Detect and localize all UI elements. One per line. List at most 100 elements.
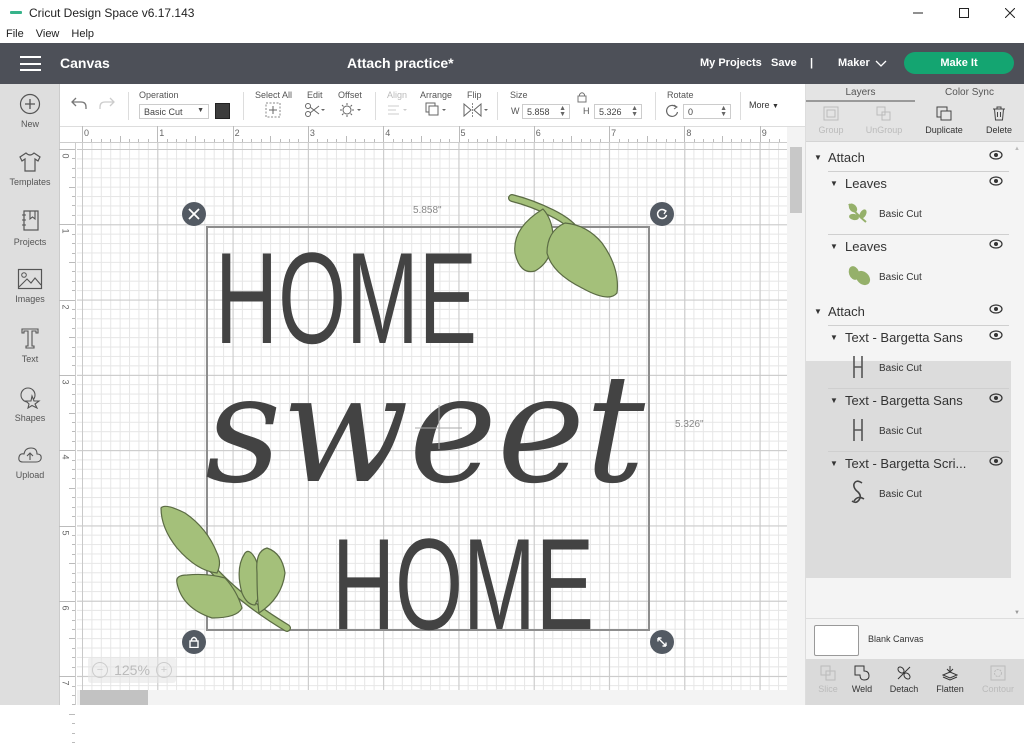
tab-color-sync[interactable]: Color Sync <box>915 84 1024 102</box>
width-input[interactable]: 5.858 ▲ ▼ <box>522 104 570 119</box>
collapse-arrow-icon[interactable]: ▼ <box>830 396 838 405</box>
redo-icon[interactable] <box>98 96 116 110</box>
hamburger-menu-icon[interactable] <box>20 56 41 71</box>
collapse-arrow-icon[interactable]: ▼ <box>830 179 838 188</box>
ruler-vertical: 0 1 2 3 4 5 6 7 <box>59 143 76 743</box>
sidebar-item-shapes[interactable]: Shapes <box>0 385 60 423</box>
canvas-artwork[interactable]: HOME sweet HOME <box>77 143 787 690</box>
group-button[interactable]: Group <box>806 106 856 135</box>
delete-handle[interactable] <box>182 202 206 226</box>
eye-icon[interactable] <box>989 456 1003 466</box>
height-dimension-label: 5.326" <box>675 419 704 430</box>
ruler-tick <box>712 139 714 142</box>
eye-icon[interactable] <box>989 150 1003 160</box>
layer-name: Text - Bargetta Sans <box>845 393 963 408</box>
contour-button[interactable]: Contour <box>976 665 1020 694</box>
scroll-up-icon[interactable]: ▲ <box>1014 146 1020 152</box>
chevron-down-icon[interactable] <box>875 60 887 68</box>
scroll-thumb[interactable] <box>80 690 148 705</box>
sidebar-item-new[interactable]: New <box>0 93 60 129</box>
collapse-arrow-icon[interactable]: ▼ <box>814 153 822 162</box>
delete-button[interactable]: Delete <box>974 106 1024 135</box>
eye-icon[interactable] <box>989 330 1003 340</box>
duplicate-button[interactable]: Duplicate <box>919 106 969 135</box>
canvas-horizontal-scrollbar[interactable] <box>77 690 787 705</box>
collapse-arrow-icon[interactable]: ▼ <box>830 242 838 251</box>
eye-icon[interactable] <box>989 304 1003 314</box>
eye-icon[interactable] <box>989 176 1003 186</box>
lock-icon[interactable] <box>576 91 588 103</box>
resize-handle[interactable] <box>650 630 674 654</box>
collapse-arrow-icon[interactable]: ▼ <box>830 459 838 468</box>
detach-button[interactable]: Detach <box>882 665 926 694</box>
menu-file[interactable]: File <box>6 28 24 40</box>
minimize-button[interactable] <box>895 0 941 25</box>
spinner-icon[interactable]: ▲ ▼ <box>631 105 638 118</box>
zoom-in-button[interactable]: + <box>156 662 172 678</box>
spinner-icon[interactable]: ▲ ▼ <box>720 105 727 118</box>
make-it-button[interactable]: Make It <box>904 52 1014 74</box>
undo-icon[interactable] <box>70 96 88 110</box>
canvas-vertical-scrollbar[interactable] <box>787 127 805 705</box>
text-home-bottom[interactable]: HOME <box>332 511 594 657</box>
sidebar-label: Images <box>15 294 45 304</box>
align-icon[interactable] <box>387 104 409 116</box>
tab-layers[interactable]: Layers <box>806 84 915 102</box>
leaves-bottom[interactable] <box>160 505 291 632</box>
ruler-tick <box>420 136 422 142</box>
menu-help[interactable]: Help <box>71 28 94 40</box>
divider <box>243 92 244 120</box>
eye-icon[interactable] <box>989 393 1003 403</box>
offset-icon[interactable] <box>339 102 363 118</box>
edit-scissors-icon[interactable] <box>304 102 326 118</box>
ungroup-button[interactable]: UnGroup <box>859 106 909 135</box>
rotate-handle[interactable] <box>650 202 674 226</box>
sidebar-item-templates[interactable]: Templates <box>0 151 60 187</box>
ruler-tick <box>194 136 196 142</box>
leaves-top[interactable] <box>508 194 619 298</box>
sidebar-item-projects[interactable]: Projects <box>0 209 60 247</box>
ruler-tick <box>176 139 178 142</box>
save-button[interactable]: Save <box>771 57 797 69</box>
scroll-thumb[interactable] <box>790 147 802 213</box>
ruler-tick <box>100 139 102 142</box>
layer-name: Leaves <box>845 176 887 191</box>
height-input[interactable]: 5.326 ▲ ▼ <box>594 104 642 119</box>
flip-icon[interactable] <box>463 102 489 118</box>
eye-icon[interactable] <box>989 239 1003 249</box>
sidebar-item-images[interactable]: Images <box>0 268 60 304</box>
weld-button[interactable]: Weld <box>840 665 884 694</box>
color-swatch[interactable] <box>215 103 230 119</box>
text-sweet[interactable]: sweet <box>205 343 646 517</box>
sidebar-item-text[interactable]: Text <box>0 326 60 364</box>
group-icon <box>823 106 839 121</box>
spinner-icon[interactable]: ▲ ▼ <box>559 105 566 118</box>
ruler-tick <box>72 158 75 160</box>
more-menu[interactable]: More ▼ <box>749 100 779 110</box>
ruler-tick <box>129 139 131 142</box>
flatten-button[interactable]: Flatten <box>928 665 972 694</box>
scroll-down-icon[interactable]: ▼ <box>1014 610 1020 616</box>
ruler-tick <box>72 318 75 320</box>
close-window-button[interactable] <box>987 0 1024 25</box>
ruler-tick <box>72 647 75 649</box>
sidebar-item-upload[interactable]: Upload <box>0 444 60 480</box>
arrange-icon[interactable] <box>425 102 449 118</box>
my-projects-link[interactable]: My Projects <box>700 57 762 69</box>
machine-selector[interactable]: Maker <box>838 57 870 69</box>
zoom-out-button[interactable]: − <box>92 662 108 678</box>
lock-handle[interactable] <box>182 630 206 654</box>
operation-select[interactable]: Basic Cut ▼ <box>139 104 209 119</box>
ruler-label: 5 <box>60 529 71 536</box>
rotate-icon[interactable] <box>665 104 679 118</box>
layers-scrollbar[interactable]: ▲ ▼ <box>1013 144 1024 618</box>
menu-view[interactable]: View <box>36 28 60 40</box>
collapse-arrow-icon[interactable]: ▼ <box>814 307 822 316</box>
ruler-label: 4 <box>385 128 391 138</box>
select-all-icon[interactable] <box>265 102 281 118</box>
rotate-input[interactable]: 0 ▲ ▼ <box>683 104 731 119</box>
maximize-button[interactable] <box>941 0 987 25</box>
collapse-arrow-icon[interactable]: ▼ <box>830 333 838 342</box>
blank-canvas-row[interactable]: Blank Canvas <box>806 618 1024 658</box>
canvas-color-swatch[interactable] <box>814 625 859 656</box>
